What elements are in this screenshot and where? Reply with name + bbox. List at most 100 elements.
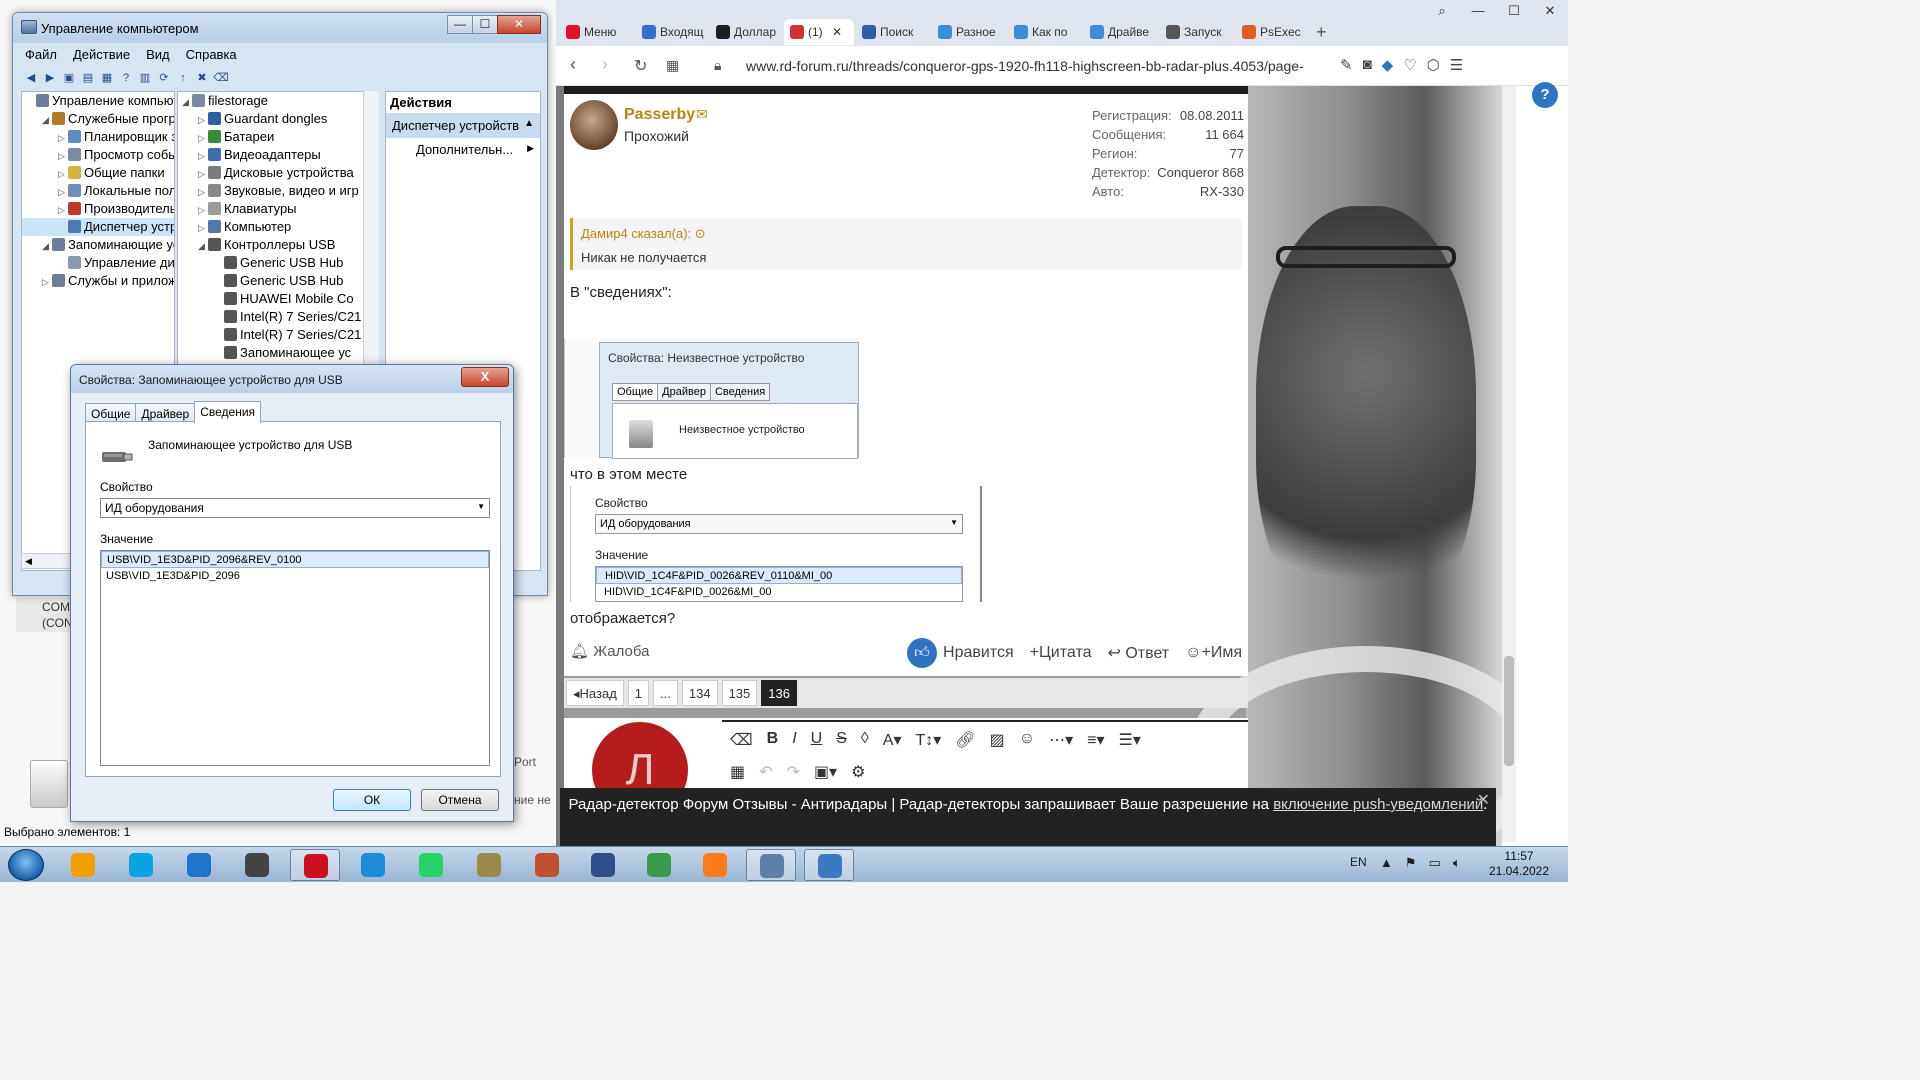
expand-toggle-icon[interactable]: ◢ <box>42 111 52 128</box>
dialog-close-button[interactable]: X <box>461 367 509 387</box>
solo-app[interactable] <box>232 849 282 881</box>
expand-toggle-icon[interactable]: ◢ <box>182 93 192 110</box>
font-icon[interactable]: A▾ <box>883 730 902 750</box>
expand-toggle-icon[interactable]: ▷ <box>58 129 68 146</box>
skype-app[interactable] <box>116 849 166 881</box>
browser-tab[interactable]: Как по <box>1008 19 1082 45</box>
menu-item[interactable]: Вид <box>138 45 178 65</box>
remote-app[interactable] <box>804 849 854 881</box>
settings-menu-icon[interactable]: ☰ <box>1450 56 1463 74</box>
expand-toggle-icon[interactable]: ▷ <box>58 201 68 218</box>
ie-app[interactable] <box>174 849 224 881</box>
property-select[interactable]: ИД оборудования <box>100 498 490 518</box>
ok-button[interactable]: ОК <box>333 789 411 811</box>
device-tree-item[interactable]: Generic USB Hub <box>178 272 378 290</box>
scan-hardware-icon[interactable]: ⟳ <box>156 70 172 86</box>
console-tree-item[interactable]: ▷ Локальные польз <box>22 182 174 200</box>
mmc-app[interactable] <box>746 849 796 881</box>
console-tree-item[interactable]: ▷ Общие папки <box>22 164 174 182</box>
page-link[interactable]: 1 <box>627 680 650 706</box>
tab-driver[interactable]: Драйвер <box>135 403 196 423</box>
menu-item[interactable]: Действие <box>65 45 138 65</box>
device-tree-item[interactable]: ▷ Клавиатуры <box>178 200 378 218</box>
font-size-icon[interactable]: T↕▾ <box>915 730 941 750</box>
display-icon[interactable]: ▭ <box>1429 855 1441 871</box>
smiley-icon[interactable]: ☺ <box>1019 730 1035 750</box>
vpn-shield-icon[interactable]: ◆ <box>1382 56 1394 74</box>
expand-toggle-icon[interactable]: ▷ <box>58 147 68 164</box>
back-icon[interactable]: ‹ <box>570 54 576 75</box>
console-tree-item[interactable]: Управление диска <box>22 254 174 272</box>
drive-icon[interactable] <box>30 760 68 808</box>
reply-button[interactable]: ↩ Ответ <box>1107 643 1169 663</box>
expand-toggle-icon[interactable]: ◢ <box>42 237 52 254</box>
edit-icon[interactable]: ✎ <box>1340 56 1353 74</box>
save-draft-icon[interactable]: ▣▾ <box>814 762 837 782</box>
cancel-button[interactable]: Отмена <box>421 789 499 811</box>
expand-toggle-icon[interactable]: ▷ <box>42 273 52 290</box>
console-tree-item[interactable]: Управление компьютер <box>22 92 174 110</box>
browser-tab[interactable]: Меню <box>560 19 634 45</box>
strikethrough-icon[interactable]: S <box>836 730 847 750</box>
console-tree-item[interactable]: ▷ Просмотр событи <box>22 146 174 164</box>
device-tree-item[interactable]: Generic USB Hub <box>178 254 378 272</box>
expand-toggle-icon[interactable]: ▷ <box>198 219 208 236</box>
pager-prev[interactable]: ◂Назад <box>566 680 624 706</box>
undo-icon[interactable]: ↶ <box>759 762 772 782</box>
opera-app[interactable] <box>290 849 340 881</box>
value-listbox[interactable]: USB\VID_1E3D&PID_2096&REV_0100 USB\VID_1E… <box>100 550 490 766</box>
browser-maximize-button[interactable]: ☐ <box>1496 0 1532 22</box>
avatar[interactable] <box>570 100 618 150</box>
search-tabs-icon[interactable]: ⌕ <box>1424 0 1460 22</box>
page-link[interactable]: 134 <box>681 680 718 706</box>
minimize-button[interactable]: — <box>447 15 473 34</box>
thumbs-up-icon[interactable]: 👍︎ <box>907 638 938 668</box>
eraser-icon[interactable]: ⌫ <box>730 730 753 750</box>
firefox-app[interactable] <box>690 849 740 881</box>
view-icon[interactable]: ▥ <box>137 70 153 86</box>
device-tree-item[interactable]: ▷ Батареи <box>178 128 378 146</box>
quote-button[interactable]: +Цитата <box>1030 644 1092 662</box>
device-tree-item[interactable]: ▷ Звуковые, видео и игр <box>178 182 378 200</box>
agent-app[interactable] <box>464 849 514 881</box>
browser-close-button[interactable]: ✕ <box>1532 0 1568 22</box>
device-tree-item[interactable]: Intel(R) 7 Series/C21 <box>178 308 378 326</box>
tab-general[interactable]: Общие <box>85 403 137 423</box>
cube-icon[interactable]: ⬡ <box>1427 56 1440 74</box>
whatsapp-app[interactable] <box>406 849 456 881</box>
expand-toggle-icon[interactable]: ▷ <box>198 183 208 200</box>
page-link[interactable]: ... <box>653 680 678 706</box>
console-tree-item[interactable]: ▷ Производительн <box>22 200 174 218</box>
bold-icon[interactable]: B <box>767 730 779 750</box>
close-button[interactable]: ✕ <box>497 15 541 34</box>
forward-icon[interactable]: › <box>602 54 608 75</box>
table-icon[interactable]: ▦ <box>730 762 745 782</box>
menu-item[interactable]: Справка <box>178 45 245 65</box>
title-bar[interactable]: Управление компьютером — ☐ ✕ <box>13 13 547 43</box>
expand-toggle-icon[interactable]: ▷ <box>58 165 68 182</box>
expand-toggle-icon[interactable]: ▷ <box>58 183 68 200</box>
qgis-app[interactable] <box>634 849 684 881</box>
browser-tab[interactable]: PsExec <box>1236 19 1308 45</box>
dtv-app[interactable] <box>578 849 628 881</box>
expand-toggle-icon[interactable]: ▷ <box>198 201 208 218</box>
mail-icon[interactable]: ✉ <box>696 106 708 123</box>
volume-icon[interactable]: 🔈︎ <box>1453 855 1461 871</box>
messenger-app[interactable] <box>348 849 398 881</box>
update-driver-icon[interactable]: ↑ <box>175 70 191 86</box>
menu-item[interactable]: Файл <box>17 45 65 65</box>
console-tree-item[interactable]: ◢ Служебные програм <box>22 110 174 128</box>
help-icon[interactable]: ? <box>118 70 134 86</box>
list-icon[interactable]: ☰▾ <box>1118 730 1140 750</box>
console-tree-item[interactable]: ◢ Запоминающие устр <box>22 236 174 254</box>
browser-tab[interactable]: (1) ✕ <box>784 19 854 45</box>
actions-device-manager[interactable]: Диспетчер устройств <box>386 114 540 138</box>
quote-header[interactable]: Дамир4 сказал(а): ⊙ <box>581 226 706 242</box>
reload-icon[interactable]: ↻ <box>634 56 647 76</box>
complain-link[interactable]: 🔔︎ Жалоба <box>570 642 649 660</box>
up-folder-icon[interactable]: ▣ <box>61 70 77 86</box>
device-tree-item[interactable]: Запоминающее ус <box>178 344 378 362</box>
new-tab-button[interactable]: + <box>1316 19 1327 45</box>
value-item[interactable]: USB\VID_1E3D&PID_2096&REV_0100 <box>101 551 489 568</box>
link-icon[interactable]: 🔗︎ <box>955 730 975 750</box>
